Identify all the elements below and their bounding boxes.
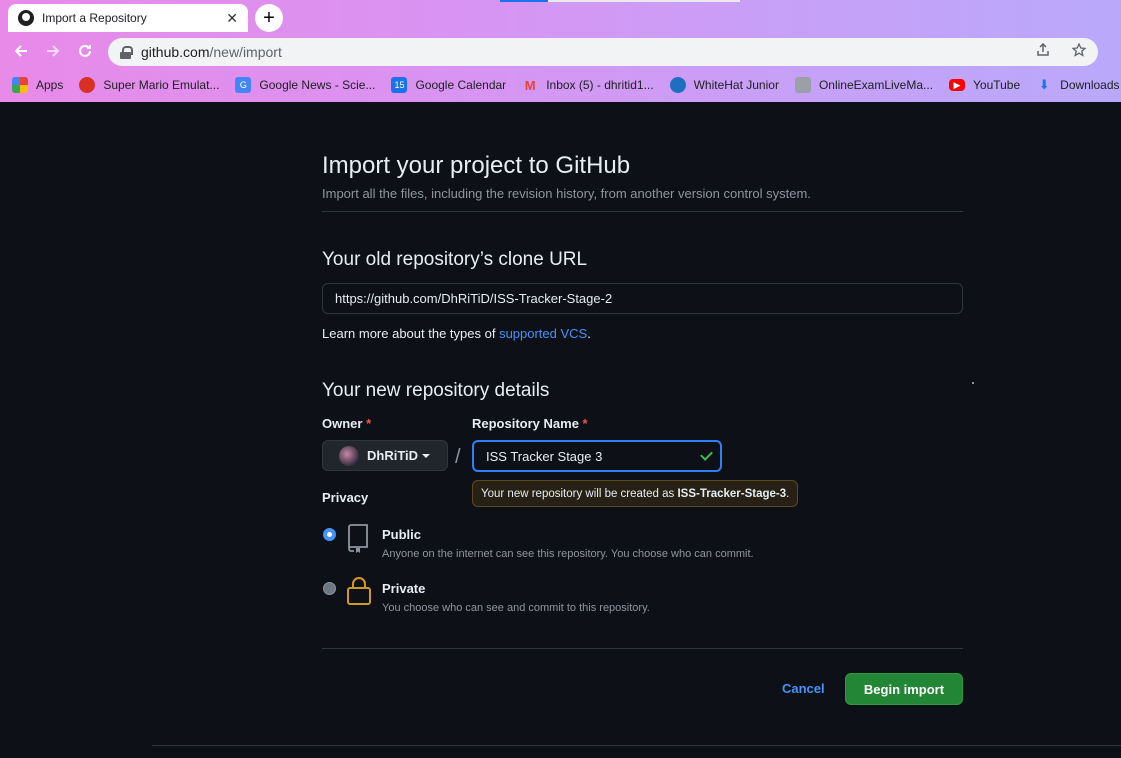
bookmark-label: YouTube bbox=[973, 78, 1021, 92]
bookmark-super-mario[interactable]: Super Mario Emulat... bbox=[79, 77, 219, 93]
bookmark-whitehat[interactable]: WhiteHat Junior bbox=[669, 77, 779, 93]
owner-dropdown[interactable]: DhRiTiD bbox=[322, 440, 448, 471]
bookmark-label: Downloads bbox=[1060, 78, 1120, 92]
footer-divider bbox=[152, 745, 1121, 746]
clone-url-input[interactable]: https://github.com/DhRiTiD/ISS-Tracker-S… bbox=[322, 283, 963, 314]
google-news-icon: G bbox=[235, 77, 252, 93]
browser-chrome: Import a Repository ✕ + github.com/new/i… bbox=[0, 0, 1121, 102]
supported-vcs-link[interactable]: supported VCS bbox=[499, 326, 587, 341]
github-import-page: Import your project to GitHub Import all… bbox=[0, 102, 1121, 758]
private-title: Private bbox=[382, 581, 426, 596]
private-description: You choose who can see and commit to thi… bbox=[382, 602, 650, 614]
share-icon[interactable] bbox=[1036, 42, 1050, 60]
privacy-label: Privacy bbox=[322, 490, 369, 505]
address-bar[interactable]: github.com/new/import bbox=[108, 38, 1098, 66]
avatar bbox=[339, 445, 359, 466]
checkmark-icon bbox=[698, 450, 712, 460]
gmail-icon: M bbox=[524, 77, 536, 93]
public-description: Anyone on the internet can see this repo… bbox=[382, 548, 754, 560]
loading-indicator bbox=[500, 0, 740, 2]
owner-label: Owner * bbox=[322, 416, 372, 431]
reload-icon[interactable] bbox=[74, 40, 96, 62]
bookmark-label: WhiteHat Junior bbox=[693, 78, 779, 92]
stray-dot bbox=[972, 382, 974, 384]
bookmarks-bar: Apps Super Mario Emulat... G Google News… bbox=[0, 72, 1121, 98]
public-title: Public bbox=[382, 527, 422, 542]
page-subtitle: Import all the files, including the revi… bbox=[322, 186, 811, 201]
bookmark-youtube[interactable]: ▶ YouTube bbox=[949, 78, 1020, 92]
public-radio[interactable] bbox=[323, 528, 336, 541]
repo-details-heading: Your new repository details bbox=[322, 380, 550, 401]
download-icon: ⬇ bbox=[1038, 77, 1050, 92]
url-host: github.com bbox=[141, 44, 210, 60]
apps-grid-icon bbox=[12, 77, 28, 93]
repo-name-hint: Your new repository will be created as I… bbox=[472, 480, 799, 507]
browser-tab[interactable]: Import a Repository ✕ bbox=[8, 4, 248, 32]
bookmark-inbox[interactable]: M Inbox (5) - dhritid1... bbox=[522, 77, 654, 93]
bookmark-label: Super Mario Emulat... bbox=[103, 78, 220, 92]
cancel-button[interactable]: Cancel bbox=[782, 681, 825, 696]
bookmark-label: Google Calendar bbox=[415, 78, 507, 92]
learn-more-text: Learn more about the types of supported … bbox=[322, 326, 591, 341]
github-favicon-icon bbox=[18, 10, 34, 26]
forward-arrow-icon[interactable] bbox=[42, 40, 64, 62]
exam-icon bbox=[794, 77, 811, 93]
divider bbox=[322, 211, 963, 212]
bookmark-google-calendar[interactable]: 15 Google Calendar bbox=[391, 77, 506, 93]
back-arrow-icon[interactable] bbox=[10, 40, 32, 62]
url-path: /new/import bbox=[209, 44, 282, 60]
tab-close-icon[interactable]: ✕ bbox=[226, 10, 238, 27]
lock-icon bbox=[346, 576, 372, 611]
repo-name-value: ISS Tracker Stage 3 bbox=[486, 448, 603, 464]
repo-name-input[interactable]: ISS Tracker Stage 3 bbox=[472, 440, 722, 472]
whitehat-icon bbox=[669, 77, 686, 93]
bookmark-label: Inbox (5) - dhritid1... bbox=[546, 78, 654, 92]
begin-import-button[interactable]: Begin import bbox=[845, 673, 963, 705]
lock-icon[interactable] bbox=[120, 45, 133, 59]
bookmark-apps[interactable]: Apps bbox=[12, 77, 63, 93]
bookmark-label: Google News - Scie... bbox=[259, 78, 376, 92]
page-title: Import your project to GitHub bbox=[322, 152, 631, 179]
bookmark-downloads[interactable]: ⬇ Downloads bbox=[1036, 77, 1120, 93]
bookmark-label: OnlineExamLiveMa... bbox=[818, 78, 933, 92]
youtube-icon: ▶ bbox=[949, 79, 965, 91]
owner-name: DhRiTiD bbox=[367, 448, 419, 463]
caret-down-icon bbox=[422, 453, 431, 458]
divider bbox=[322, 648, 963, 649]
bookmark-star-icon[interactable] bbox=[1071, 42, 1087, 60]
bookmark-label: Apps bbox=[36, 78, 64, 92]
google-calendar-icon: 15 bbox=[391, 77, 408, 93]
bookmark-google-news[interactable]: G Google News - Scie... bbox=[235, 77, 375, 93]
tab-title: Import a Repository bbox=[42, 11, 147, 25]
repo-name-label: Repository Name * bbox=[472, 416, 588, 431]
repo-icon bbox=[346, 523, 370, 558]
clone-url-heading: Your old repository’s clone URL bbox=[322, 249, 588, 270]
bookmark-online-exam[interactable]: OnlineExamLiveMa... bbox=[794, 77, 933, 93]
private-radio[interactable] bbox=[323, 582, 336, 595]
mario-icon bbox=[79, 77, 96, 93]
new-tab-button[interactable]: + bbox=[255, 4, 283, 32]
owner-repo-separator: / bbox=[455, 446, 461, 468]
